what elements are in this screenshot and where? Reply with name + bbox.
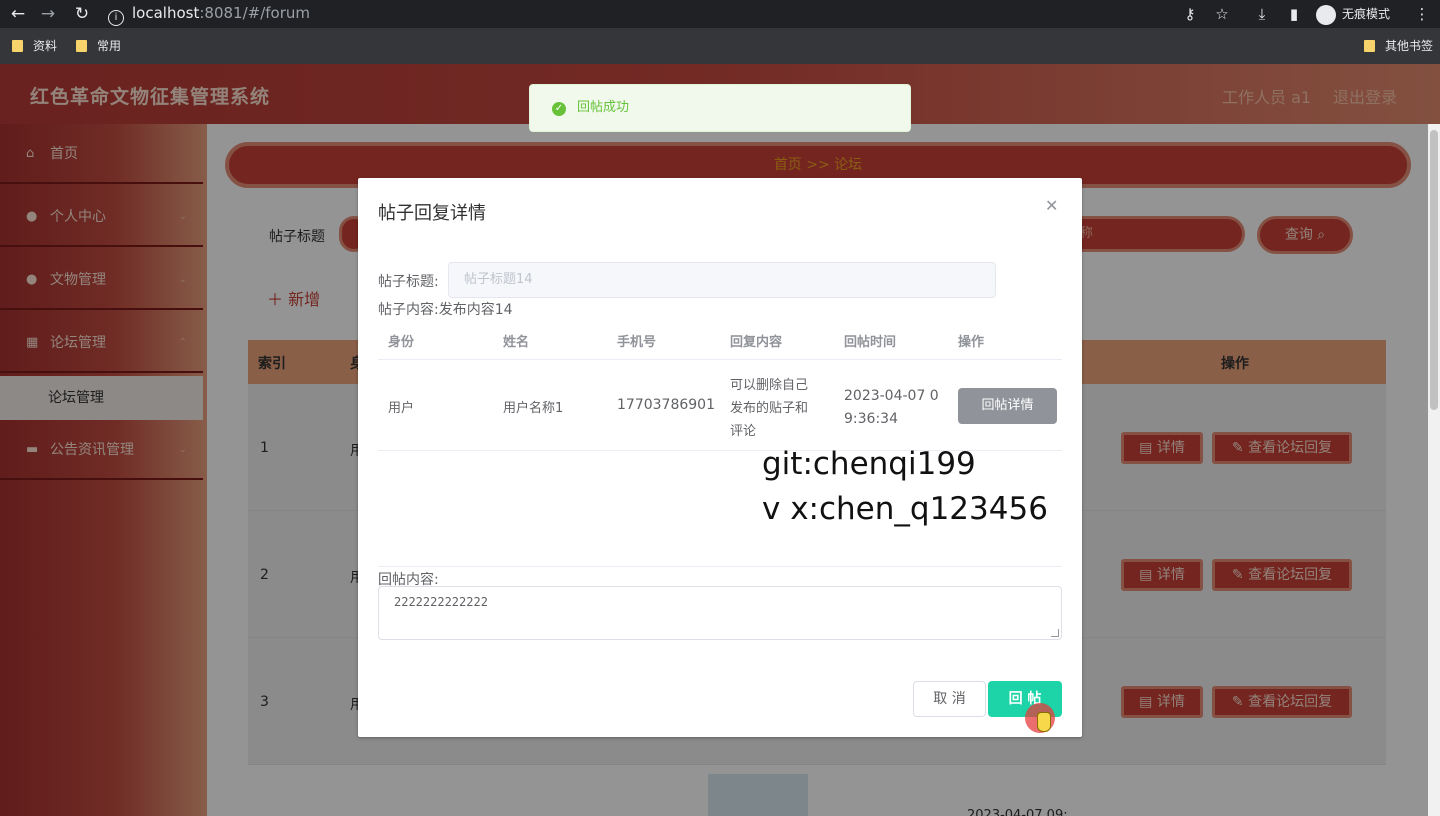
reply-content-line: 可以删除自己 bbox=[730, 378, 809, 393]
toast-message: 回帖成功 bbox=[577, 100, 630, 115]
column-header: 手机号 bbox=[617, 335, 657, 350]
folder-icon bbox=[76, 40, 87, 52]
close-icon[interactable]: ✕ bbox=[1045, 196, 1058, 215]
watermark-text: v x:chen_q123456 bbox=[762, 491, 1048, 527]
success-toast: ✓ 回帖成功 bbox=[529, 84, 911, 132]
reply-detail-button[interactable]: 回帖详情 bbox=[958, 388, 1057, 424]
incognito-label: 无痕模式 bbox=[1342, 7, 1391, 21]
back-icon[interactable]: ← bbox=[8, 4, 28, 24]
table-row: 用户 用户名称1 17703786901 可以删除自己 发布的贴子和 评论 20… bbox=[378, 360, 1062, 451]
column-header: 姓名 bbox=[503, 335, 530, 350]
forward-icon[interactable]: → bbox=[38, 4, 58, 24]
reply-time-line: 2023-04-07 0 bbox=[844, 388, 939, 404]
menu-icon[interactable]: ⋮ bbox=[1412, 4, 1432, 24]
url-path: :8081/#/forum bbox=[199, 4, 310, 22]
reply-role: 用户 bbox=[388, 401, 415, 416]
address-bar[interactable]: i localhost:8081/#/forum bbox=[108, 2, 1238, 26]
reply-table-header: 身份 姓名 手机号 回复内容 回帖时间 操作 bbox=[378, 318, 1062, 360]
column-header: 身份 bbox=[388, 335, 415, 350]
reply-textarea-value: 2222222222222 bbox=[394, 595, 488, 609]
download-icon[interactable]: ⤓ bbox=[1252, 4, 1272, 24]
reply-content-line: 发布的贴子和 bbox=[730, 401, 809, 416]
key-icon[interactable]: ⚷ bbox=[1180, 4, 1200, 24]
bookmark-folder[interactable]: 常用 bbox=[76, 38, 121, 54]
folder-icon bbox=[1364, 40, 1375, 52]
reply-detail-dialog: 帖子回复详情 ✕ 帖子标题: 帖子标题14 帖子内容:发布内容14 身份 姓名 … bbox=[358, 178, 1082, 737]
incognito-indicator[interactable]: 无痕模式 bbox=[1316, 2, 1390, 26]
reply-content-line: 评论 bbox=[730, 424, 757, 439]
reload-icon[interactable]: ↻ bbox=[72, 4, 92, 24]
bookmark-label: 其他书签 bbox=[1385, 39, 1434, 53]
post-content-label-text: 帖子内容: bbox=[378, 302, 439, 318]
bookmark-folder[interactable]: 资料 bbox=[12, 38, 57, 54]
bookmarks-bar: 资料 常用 其他书签 bbox=[0, 28, 1440, 64]
scrollbar-thumb[interactable] bbox=[1430, 130, 1438, 410]
star-icon[interactable]: ☆ bbox=[1212, 4, 1232, 24]
url-host: localhost bbox=[132, 4, 200, 22]
reply-name: 用户名称1 bbox=[503, 401, 564, 416]
post-title-field[interactable]: 帖子标题14 bbox=[448, 262, 996, 298]
watermark-text: git:chenqi199 bbox=[762, 446, 976, 482]
column-header: 回复内容 bbox=[730, 335, 783, 350]
browser-toolbar: ← → ↻ i localhost:8081/#/forum ⚷ ☆ ⤓ ▮ 无痕… bbox=[0, 0, 1440, 28]
reply-content: 可以删除自己 发布的贴子和 评论 bbox=[730, 374, 808, 443]
reply-time: 2023-04-07 0 9:36:34 bbox=[844, 385, 939, 431]
check-circle-icon: ✓ bbox=[552, 102, 566, 116]
column-header: 回帖时间 bbox=[844, 335, 897, 350]
column-header: 操作 bbox=[958, 335, 985, 350]
post-content-label: 帖子内容:发布内容14 bbox=[378, 299, 513, 319]
reply-phone: 17703786901 bbox=[617, 397, 715, 413]
page-scrollbar[interactable] bbox=[1428, 124, 1440, 816]
dialog-title: 帖子回复详情 bbox=[378, 203, 486, 224]
post-content-value: 发布内容14 bbox=[438, 302, 513, 318]
site-info-icon[interactable]: i bbox=[108, 10, 124, 26]
bookmark-label: 资料 bbox=[33, 39, 58, 53]
resize-handle-icon[interactable] bbox=[1051, 629, 1059, 637]
hand-cursor-icon bbox=[1037, 712, 1051, 732]
folder-icon bbox=[12, 40, 23, 52]
divider bbox=[378, 566, 1062, 567]
incognito-icon bbox=[1316, 4, 1336, 25]
reply-textarea[interactable]: 2222222222222 bbox=[378, 586, 1062, 640]
post-title-label: 帖子标题: bbox=[378, 274, 439, 290]
sidepanel-icon[interactable]: ▮ bbox=[1284, 4, 1304, 24]
other-bookmarks[interactable]: 其他书签 bbox=[1364, 38, 1433, 54]
reply-time-line: 9:36:34 bbox=[844, 411, 898, 427]
bookmark-label: 常用 bbox=[97, 39, 122, 53]
cancel-button[interactable]: 取 消 bbox=[913, 681, 986, 717]
